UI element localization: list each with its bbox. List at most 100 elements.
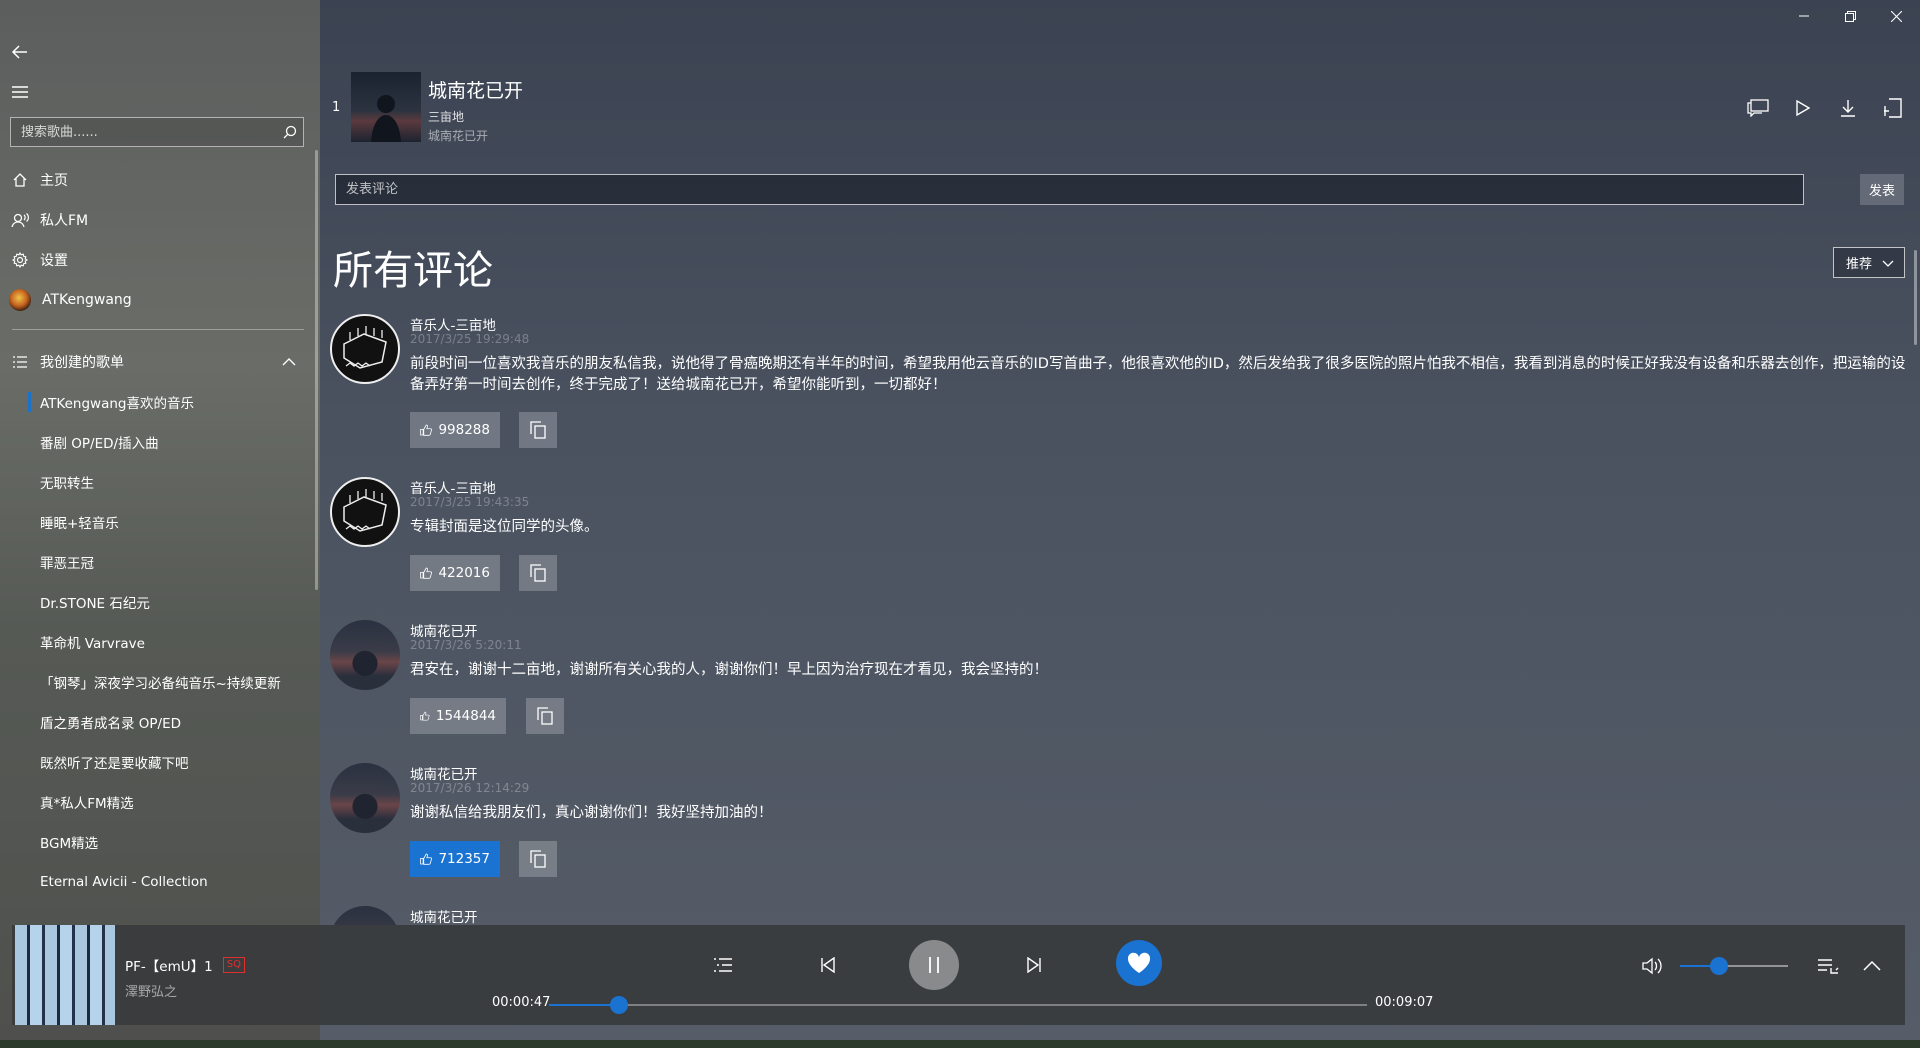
playlist-item[interactable]: 番剧 OP/ED/插入曲 xyxy=(0,422,310,462)
now-playing-cover[interactable] xyxy=(15,925,115,1025)
search-input[interactable] xyxy=(11,123,277,141)
comments-heading: 所有评论 xyxy=(333,248,493,294)
search-box xyxy=(10,117,304,147)
user-avatar[interactable] xyxy=(330,314,400,384)
comment-text: 君安在，谢谢十二亩地，谢谢所有关心我的人，谢谢你们！早上因为治疗现在才看见，我会… xyxy=(410,662,1048,678)
sort-selected: 推荐 xyxy=(1846,257,1873,272)
like-count: 422016 xyxy=(438,565,490,581)
song-artist[interactable]: 三亩地 xyxy=(428,108,464,125)
copy-button[interactable] xyxy=(526,698,564,734)
chevron-up-icon[interactable] xyxy=(282,354,296,370)
playlist-item[interactable]: 既然听了还是要收藏下吧 xyxy=(0,742,310,782)
user-avatar[interactable] xyxy=(330,477,400,547)
like-button[interactable]: 998288 xyxy=(410,412,500,448)
add-to-playlist-button[interactable] xyxy=(1879,94,1907,122)
now-playing-artist[interactable]: 澤野弘之 xyxy=(125,981,177,1000)
next-button[interactable] xyxy=(1020,951,1048,979)
comment-text: 谢谢私信给我朋友们，真心谢谢你们！我好坚持加油的！ xyxy=(410,805,773,821)
nav-home[interactable]: 主页 xyxy=(0,160,310,200)
playlist-item[interactable]: 革命机 Varvrave xyxy=(0,622,310,662)
like-button[interactable]: 1544844 xyxy=(410,698,506,734)
copy-button[interactable] xyxy=(519,412,557,448)
chevron-down-icon xyxy=(1882,257,1894,272)
queue-button[interactable] xyxy=(1814,952,1842,980)
like-button[interactable]: 712357 xyxy=(410,841,500,877)
add-to-playlist-icon xyxy=(1884,98,1902,118)
now-playing-title[interactable]: PF-【emU】1 xyxy=(125,955,213,975)
comment-user[interactable]: 城南花已开 xyxy=(410,763,478,783)
song-album[interactable]: 城南花已开 xyxy=(428,127,488,144)
progress-slider[interactable] xyxy=(549,996,1367,1014)
playlist-item[interactable]: BGM精选 xyxy=(0,822,310,862)
comment-item: 城南花已开 xyxy=(330,906,1910,926)
playlist-item[interactable]: 真*私人FM精选 xyxy=(0,782,310,822)
quality-badge: SQ xyxy=(222,957,245,973)
comment-user[interactable]: 城南花已开 xyxy=(410,906,478,926)
playlist-item[interactable]: 「钢琴」深夜学习必备纯音乐~持续更新 xyxy=(0,662,310,702)
minimize-button[interactable] xyxy=(1790,6,1818,26)
comment-item: 城南花已开 2017/3/26 12:14:29 谢谢私信给我朋友们，真心谢谢你… xyxy=(330,763,1910,883)
nav-private-fm-label: 私人FM xyxy=(40,213,89,229)
pause-button[interactable] xyxy=(909,940,959,990)
like-count: 1544844 xyxy=(435,708,496,724)
section-title: 我创建的歌单 xyxy=(40,355,124,371)
user-avatar[interactable] xyxy=(330,906,400,926)
avatar xyxy=(9,289,31,311)
hamburger-icon xyxy=(12,86,28,98)
comment-text: 专辑封面是这位同学的头像。 xyxy=(410,519,599,535)
nav-private-fm[interactable]: 私人FM xyxy=(0,200,310,240)
section-my-playlists[interactable]: 我创建的歌单 xyxy=(0,342,310,382)
comments-scrollbar[interactable] xyxy=(1914,250,1917,345)
close-icon xyxy=(1890,10,1902,22)
download-button[interactable] xyxy=(1834,94,1862,122)
copy-button[interactable] xyxy=(519,841,557,877)
minimize-icon xyxy=(1799,15,1809,17)
nav-user-label: ATKengwang xyxy=(42,292,132,308)
user-avatar[interactable] xyxy=(330,763,400,833)
nav-settings[interactable]: 设置 xyxy=(0,240,310,280)
pause-icon xyxy=(929,957,939,973)
playlist-item[interactable]: Eternal Avicii - Collection xyxy=(0,862,310,902)
play-button[interactable] xyxy=(1789,94,1817,122)
download-icon xyxy=(1841,100,1855,117)
like-song-button[interactable] xyxy=(1116,940,1162,986)
comment-time: 2017/3/25 19:43:35 xyxy=(410,495,530,509)
like-count: 712357 xyxy=(438,851,490,867)
comment-item: 音乐人-三亩地 2017/3/25 19:43:35 专辑封面是这位同学的头像。… xyxy=(330,477,1910,597)
nav-user[interactable]: ATKengwang xyxy=(0,280,310,320)
playlist-item[interactable]: 无职转生 xyxy=(0,462,310,502)
copy-button[interactable] xyxy=(519,555,557,591)
menu-button[interactable] xyxy=(8,80,32,104)
volume-thumb[interactable] xyxy=(1709,957,1728,975)
comment-button[interactable] xyxy=(1744,94,1772,122)
like-count: 998288 xyxy=(438,422,490,438)
playlist-icon xyxy=(714,958,732,972)
playlist-item[interactable]: ATKengwang喜欢的音乐 xyxy=(0,382,310,422)
comment-user[interactable]: 音乐人-三亩地 xyxy=(410,477,496,497)
user-avatar[interactable] xyxy=(330,620,400,690)
close-button[interactable] xyxy=(1882,6,1910,26)
playlist-mode-button[interactable] xyxy=(709,951,737,979)
back-button[interactable] xyxy=(8,40,32,64)
volume-slider[interactable] xyxy=(1680,957,1788,975)
comment-user[interactable]: 音乐人-三亩地 xyxy=(410,314,496,334)
nav-home-label: 主页 xyxy=(40,173,68,189)
search-icon[interactable] xyxy=(277,125,303,139)
copy-icon xyxy=(530,421,546,439)
playlist-item[interactable]: 睡眠+轻音乐 xyxy=(0,502,310,542)
post-comment-button[interactable]: 发表 xyxy=(1860,174,1904,205)
comment-user[interactable]: 城南花已开 xyxy=(410,620,478,640)
playlist-item[interactable]: 盾之勇者成名录 OP/ED xyxy=(0,702,310,742)
sidebar-scrollbar[interactable] xyxy=(315,150,318,590)
volume-button[interactable] xyxy=(1639,952,1667,980)
progress-thumb[interactable] xyxy=(610,996,629,1014)
playlist-item[interactable]: Dr.STONE 石纪元 xyxy=(0,582,310,622)
playlist-item[interactable]: 罪恶王冠 xyxy=(0,542,310,582)
sort-dropdown[interactable]: 推荐 xyxy=(1833,247,1905,278)
expand-button[interactable] xyxy=(1858,952,1886,980)
restore-button[interactable] xyxy=(1836,6,1864,26)
like-button[interactable]: 422016 xyxy=(410,555,500,591)
song-index: 1 xyxy=(332,100,341,115)
previous-button[interactable] xyxy=(814,951,842,979)
comment-input[interactable] xyxy=(335,174,1804,205)
